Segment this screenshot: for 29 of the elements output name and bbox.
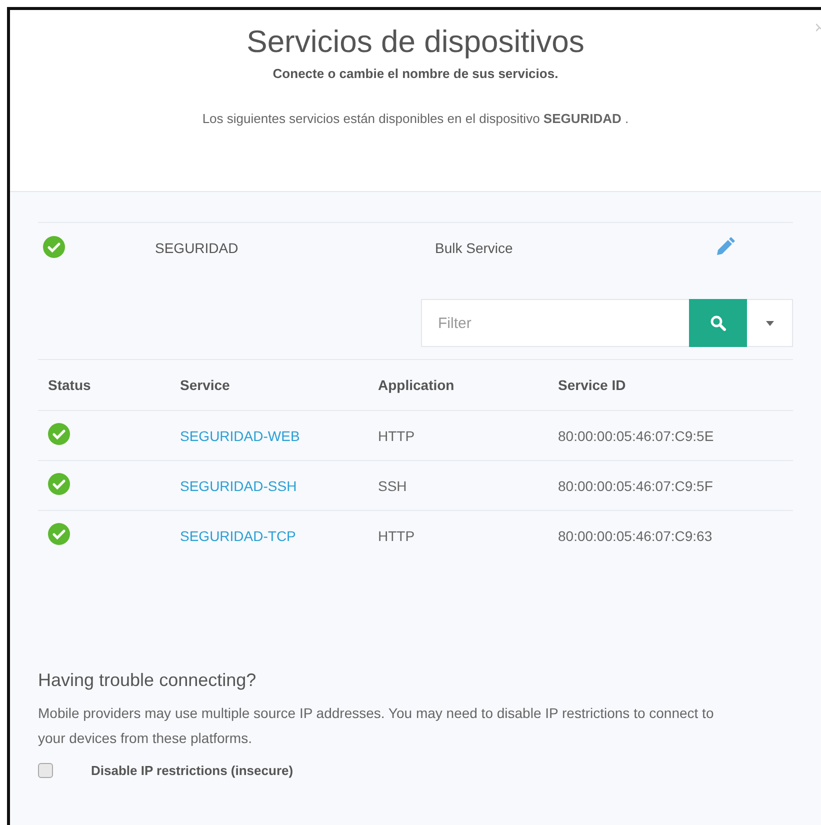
search-button[interactable]: [689, 299, 747, 347]
service-id-cell-text: 80:00:00:05:46:07:C9:5F: [558, 478, 714, 494]
checkbox[interactable]: [38, 763, 53, 778]
pencil-icon[interactable]: [715, 236, 735, 256]
application-cell-text: HTTP: [378, 528, 416, 544]
filter-field[interactable]: Filter: [421, 299, 689, 347]
device-name: SEGURIDAD: [155, 240, 240, 256]
service-link[interactable]: SEGURIDAD-SSH: [180, 478, 297, 494]
search-icon: [710, 315, 726, 331]
dropdown-button[interactable]: [747, 299, 793, 347]
column-header: Service ID: [558, 377, 627, 393]
checkbox-label: Disable IP restrictions (insecure): [91, 763, 294, 778]
service-id-cell-text: 80:00:00:05:46:07:C9:5E: [558, 428, 715, 444]
device-description: Los siguientes servicios están disponibles en el dispositivo SEGURIDAD .: [202, 111, 629, 126]
help-text: Mobile providers may use multiple source IP addresses. You may need to disable IP restrictions to connect to your devices from these platforms.: [38, 704, 715, 748]
service-link[interactable]: SEGURIDAD-TCP: [180, 528, 296, 544]
dialog-title: Servicios de dispositivos: [246, 24, 584, 60]
close-icon[interactable]: [816, 22, 821, 34]
application-cell-text: HTTP: [378, 428, 416, 444]
column-header: Status: [48, 377, 92, 393]
service-id-cell-text: 80:00:00:05:46:07:C9:63: [558, 528, 714, 544]
help-title: Having trouble connecting?: [38, 670, 258, 691]
column-header: Service: [180, 377, 231, 393]
device-type: Bulk Service: [435, 240, 514, 256]
application-cell-text: SSH: [378, 478, 408, 494]
caret-icon: [766, 320, 774, 326]
dialog-subtitle: Conecte o cambie el nombre de sus servicios.: [272, 66, 558, 81]
column-header: Application: [378, 377, 456, 393]
service-link[interactable]: SEGURIDAD-WEB: [180, 428, 300, 444]
